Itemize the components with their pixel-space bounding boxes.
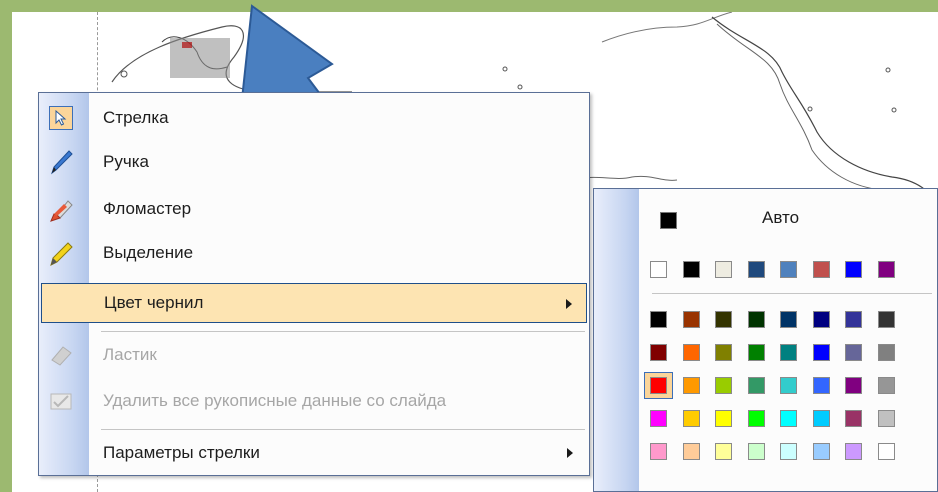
menu-item-label: Цвет чернил [104, 293, 204, 312]
submenu-arrow-icon [567, 448, 573, 458]
menu-item-label: Выделение [103, 243, 194, 262]
color-swatch[interactable] [878, 443, 895, 460]
menu-item-felt-tip-pen[interactable]: Фломастер [39, 189, 589, 229]
color-swatch[interactable] [683, 261, 700, 278]
auto-color-label: Авто [762, 208, 800, 227]
menu-item-label: Параметры стрелки [103, 443, 260, 462]
color-swatch[interactable] [845, 344, 862, 361]
color-swatch[interactable] [748, 344, 765, 361]
color-swatch[interactable] [780, 443, 797, 460]
highlighter-icon [48, 240, 74, 266]
color-swatch[interactable] [683, 410, 700, 427]
color-swatch[interactable] [748, 261, 765, 278]
color-swatch[interactable] [715, 377, 732, 394]
color-swatch[interactable] [650, 377, 667, 394]
color-swatch[interactable] [683, 311, 700, 328]
color-swatch[interactable] [683, 377, 700, 394]
color-swatch[interactable] [845, 261, 862, 278]
erase-all-ink-icon [48, 388, 74, 414]
color-swatch[interactable] [813, 443, 830, 460]
eraser-icon [48, 342, 74, 368]
color-swatch[interactable] [813, 377, 830, 394]
palette-gutter [594, 189, 639, 491]
color-swatch[interactable] [878, 311, 895, 328]
menu-item-label: Фломастер [103, 199, 192, 218]
pointer-arrow-icon [48, 105, 74, 131]
color-swatch[interactable] [715, 311, 732, 328]
menu-item-eraser[interactable]: Ластик [39, 335, 589, 375]
color-swatch[interactable] [845, 443, 862, 460]
menu-item-label: Ручка [103, 152, 149, 171]
pen-context-menu: Стрелка Ручка Фломастер Выделение Цвет ч… [38, 92, 590, 476]
pen-icon [48, 149, 74, 175]
felt-tip-pen-icon [48, 196, 74, 222]
auto-color-option[interactable]: Авто [644, 205, 934, 235]
color-swatch[interactable] [845, 410, 862, 427]
color-swatch[interactable] [878, 410, 895, 427]
color-swatch[interactable] [780, 261, 797, 278]
swatch-row [650, 344, 930, 366]
color-swatch[interactable] [715, 443, 732, 460]
color-swatch[interactable] [715, 261, 732, 278]
color-swatch[interactable] [878, 377, 895, 394]
swatch-row [650, 261, 930, 283]
swatch-row [650, 443, 930, 465]
menu-separator [101, 429, 585, 430]
menu-item-arrow-options[interactable]: Параметры стрелки [39, 433, 589, 473]
color-swatch[interactable] [748, 443, 765, 460]
menu-item-ink-color[interactable]: Цвет чернил [41, 283, 587, 323]
color-swatch[interactable] [650, 261, 667, 278]
color-swatch[interactable] [683, 344, 700, 361]
color-swatch[interactable] [780, 410, 797, 427]
swatch-row [644, 372, 930, 399]
color-swatch[interactable] [845, 377, 862, 394]
ink-color-palette: Авто [593, 188, 938, 492]
palette-separator [652, 293, 932, 294]
menu-item-label: Стрелка [103, 108, 169, 127]
color-swatch[interactable] [715, 344, 732, 361]
submenu-arrow-icon [566, 299, 572, 309]
color-swatch[interactable] [878, 261, 895, 278]
color-swatch[interactable] [845, 311, 862, 328]
menu-item-highlighter[interactable]: Выделение [39, 233, 589, 273]
color-swatch[interactable] [813, 344, 830, 361]
color-swatch[interactable] [715, 410, 732, 427]
color-swatch[interactable] [683, 443, 700, 460]
color-swatch[interactable] [748, 377, 765, 394]
color-swatch[interactable] [650, 410, 667, 427]
color-swatch[interactable] [748, 410, 765, 427]
menu-item-label: Удалить все рукописные данные со слайда [103, 391, 447, 410]
color-swatch[interactable] [748, 311, 765, 328]
menu-item-erase-all-ink[interactable]: Удалить все рукописные данные со слайда [39, 381, 589, 421]
menu-separator [101, 331, 585, 332]
swatch-row [650, 410, 930, 432]
color-swatch[interactable] [878, 344, 895, 361]
color-swatch[interactable] [780, 377, 797, 394]
color-swatch[interactable] [780, 344, 797, 361]
menu-item-label: Ластик [103, 345, 157, 364]
swatch-row [650, 311, 930, 333]
auto-color-swatch [660, 212, 677, 229]
menu-item-arrow[interactable]: Стрелка [39, 98, 589, 138]
menu-item-pen[interactable]: Ручка [39, 142, 589, 182]
color-swatch[interactable] [813, 410, 830, 427]
color-swatch[interactable] [813, 311, 830, 328]
color-swatch[interactable] [650, 311, 667, 328]
color-swatch[interactable] [813, 261, 830, 278]
color-swatch[interactable] [780, 311, 797, 328]
color-swatch[interactable] [650, 443, 667, 460]
color-swatch[interactable] [650, 344, 667, 361]
